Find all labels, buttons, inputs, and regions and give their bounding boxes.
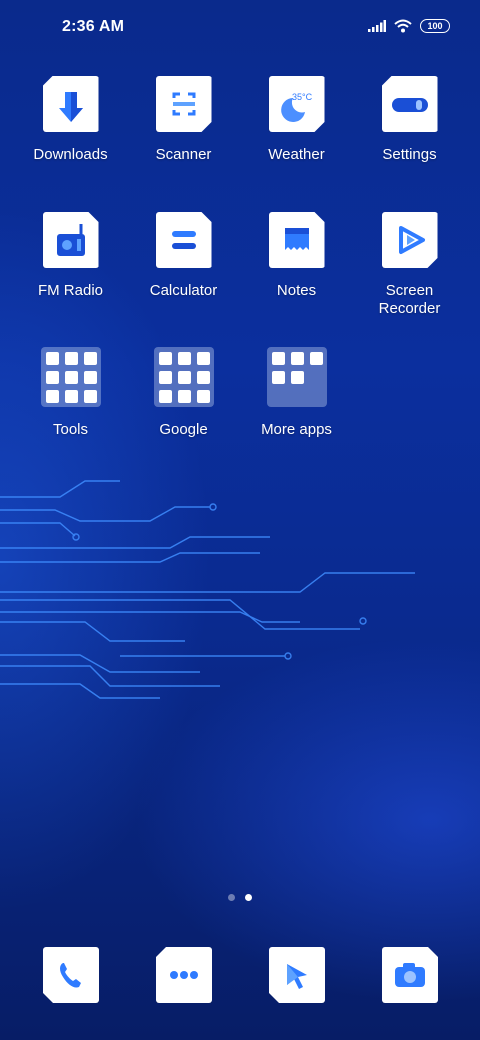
dock-browser[interactable] [269, 947, 325, 1003]
screen-recorder-icon [382, 212, 438, 268]
wifi-icon [394, 19, 412, 33]
app-label: Scanner [155, 146, 212, 163]
dock-phone[interactable] [43, 947, 99, 1003]
camera-icon [382, 947, 438, 1003]
app-label: Settings [382, 146, 437, 163]
app-label: FM Radio [37, 282, 104, 299]
folder-more-apps-icon [266, 347, 327, 407]
app-downloads[interactable]: Downloads [14, 76, 127, 164]
scanner-icon [156, 76, 212, 132]
folder-label: Tools [52, 421, 89, 438]
settings-icon [381, 76, 438, 132]
folder-tools[interactable]: Tools [14, 347, 127, 439]
status-icons: 100 [368, 19, 450, 33]
folder-google[interactable]: Google [127, 347, 240, 439]
browser-icon [269, 947, 325, 1003]
app-label: Downloads [33, 146, 108, 163]
svg-text:35°C: 35°C [292, 92, 313, 102]
folder-label: Google [159, 421, 208, 438]
folder-google-icon [153, 347, 214, 407]
app-label: Notes [276, 282, 317, 299]
folder-more-apps[interactable]: More apps [240, 347, 353, 439]
app-label: Weather [268, 146, 325, 163]
page-indicator [228, 894, 252, 901]
battery-icon: 100 [420, 19, 450, 33]
downloads-icon [42, 76, 99, 132]
app-notes[interactable]: Notes [240, 212, 353, 300]
app-scanner[interactable]: Scanner [127, 76, 240, 164]
clock: 2:36 AM [62, 18, 125, 35]
app-label: Calculator [149, 282, 218, 299]
messages-icon [170, 971, 198, 979]
app-label: Screen Recorder [378, 282, 441, 317]
page-dot[interactable] [228, 894, 235, 901]
status-bar: 2:36 AM 100 [0, 0, 480, 56]
app-weather[interactable]: 35°C Weather [240, 76, 353, 164]
phone-icon [43, 947, 99, 1003]
radio-icon [43, 212, 99, 268]
folder-label: More apps [261, 421, 332, 438]
folder-tools-icon [40, 347, 101, 407]
weather-icon: 35°C [269, 76, 325, 132]
app-fm-radio[interactable]: FM Radio [14, 212, 127, 300]
notes-icon [269, 212, 325, 268]
page-dot-active[interactable] [245, 894, 252, 901]
dock-messages[interactable] [156, 947, 212, 1003]
app-settings[interactable]: Settings [353, 76, 466, 164]
calculator-icon [156, 212, 212, 268]
dock-camera[interactable] [382, 947, 438, 1003]
signal-icon [368, 20, 386, 32]
app-screen-recorder[interactable]: Screen Recorder [353, 212, 466, 318]
app-calculator[interactable]: Calculator [127, 212, 240, 300]
